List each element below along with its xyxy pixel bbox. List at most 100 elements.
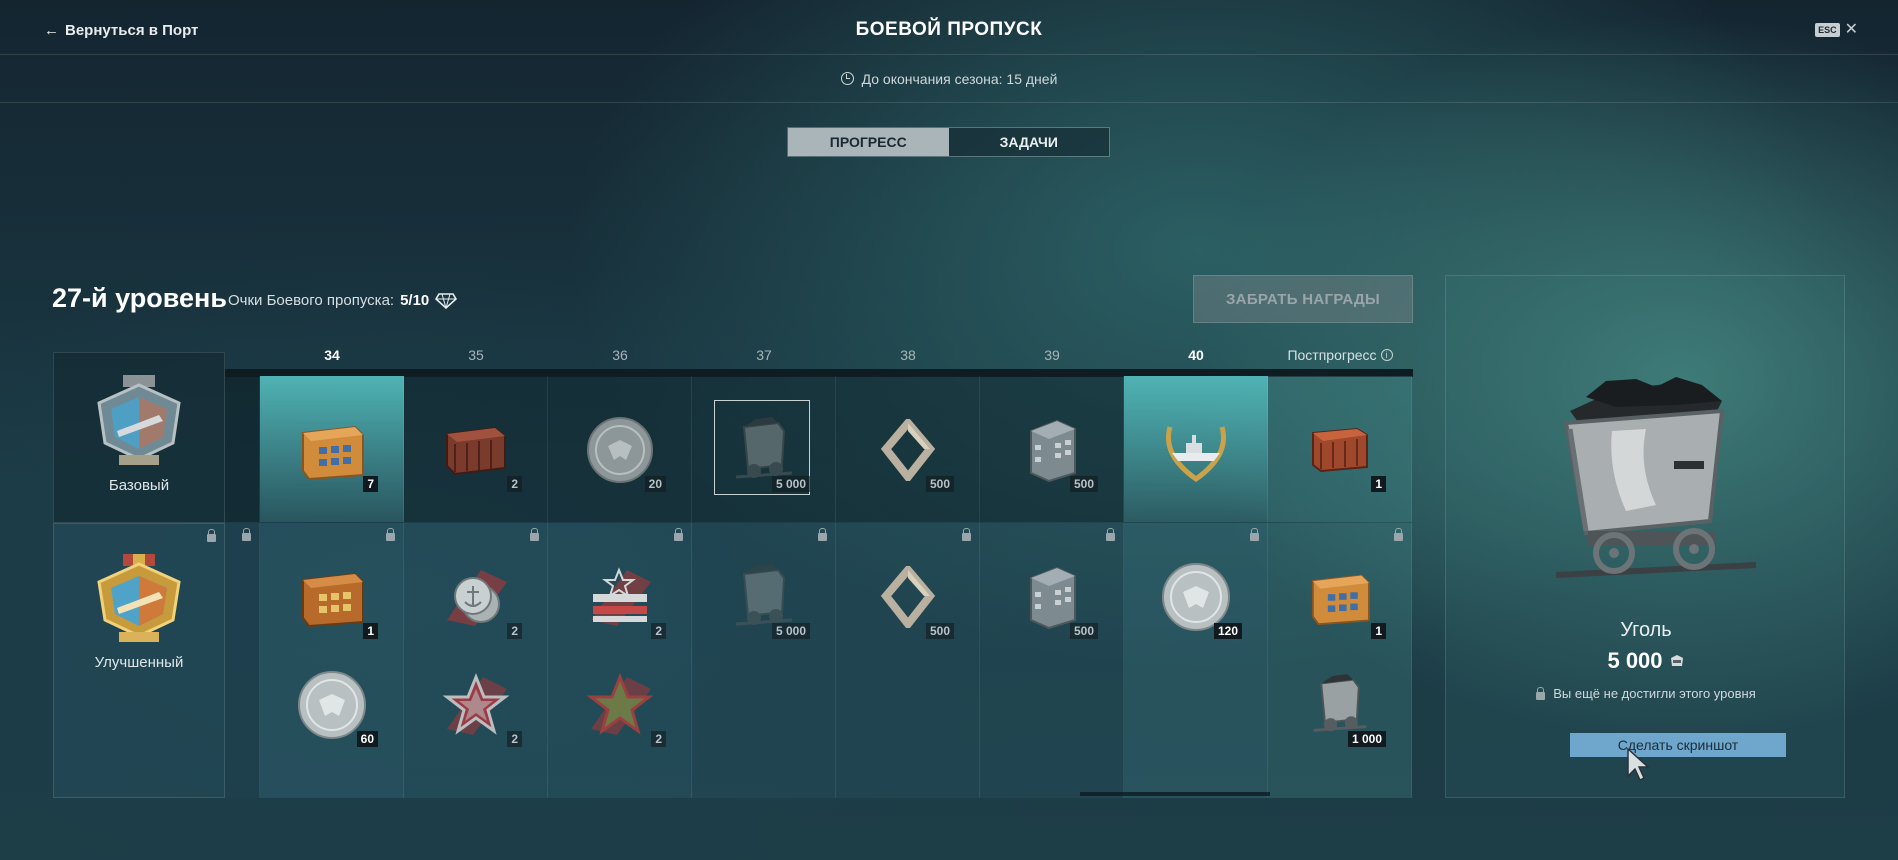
reward-prem-34-a[interactable]: 1 [282,547,382,647]
tab-progress[interactable]: ПРОГРЕСС [788,128,949,156]
tab-tasks[interactable]: ЗАДАЧИ [948,128,1109,156]
reward-count: 7 [363,476,378,492]
coin-icon [587,417,653,483]
building-icon [1030,419,1076,483]
coal-cart-icon [1313,674,1367,732]
coal-cart-icon [735,417,793,479]
points-label: Очки Боевого пропуска: [228,292,395,309]
reward-cell-base-35: 2 [404,376,548,522]
reward-count: 500 [925,623,954,639]
lock-icon [242,528,251,541]
reward-prem-38[interactable]: 500 [858,547,958,647]
tier-base-label: Базовый [108,477,170,494]
points-value: 5/10 [400,292,430,309]
reward-count: 5 000 [771,623,810,639]
reward-base-post[interactable]: 1 [1290,400,1390,500]
reward-prem-35-b[interactable]: 2 [426,655,526,755]
current-level: 27-й уровень [52,283,227,313]
lock-icon [530,528,539,541]
reward-prem-40[interactable]: 120 [1146,547,1246,647]
clock-icon [840,72,854,85]
steel-icon [880,566,936,628]
reward-count: 2 [507,623,522,639]
reward-base-40[interactable] [1146,400,1246,500]
lock-icon [207,529,216,542]
reward-amount-value: 5 000 [1607,648,1663,673]
reward-prem-post-a[interactable]: 1 [1290,547,1390,647]
reward-amount: 5 000 [1446,648,1846,674]
reward-count: 1 000 [1347,731,1386,747]
partial-cell [225,376,260,522]
reward-cell-prem-40: 120 [1124,523,1268,798]
season-timer-bar: До окончания сезона: 15 дней [0,55,1898,103]
base-tier-emblem-icon [97,375,181,465]
container-icon [302,425,364,481]
reward-count: 20 [644,476,666,492]
locked-text: Вы ещё не достигли этого уровня [1553,686,1756,701]
reward-base-37-selected[interactable]: 5 000 [714,400,814,500]
steel-icon [880,419,936,481]
reward-cell-base-40 [1124,376,1268,522]
green-star-icon [586,672,654,735]
reward-base-36[interactable]: 20 [570,400,670,500]
season-remaining: До окончания сезона: 15 дней [861,70,1058,87]
reward-cell-base-36: 20 [548,376,692,522]
coal-cart-icon [735,564,793,626]
reward-prem-post-b[interactable]: 1 000 [1290,655,1390,755]
star-flag-icon [591,567,651,626]
reward-count: 1 [363,623,378,639]
lock-icon [386,528,395,541]
reward-cell-base-post: 1 [1268,376,1412,522]
reward-prem-35-a[interactable]: 2 [426,547,526,647]
reward-count: 500 [925,476,954,492]
reward-cell-prem-39: 500 [980,523,1124,798]
tab-bar: ПРОГРЕСС ЗАДАЧИ [787,127,1110,157]
diamond-icon [435,292,458,309]
lock-icon [1250,528,1259,541]
reward-detail-panel: Уголь 5 000 Вы ещё не достигли этого уро… [1445,275,1845,798]
container-icon [302,572,364,628]
lock-icon [1106,528,1115,541]
red-star-icon [442,672,510,735]
reward-prem-36-a[interactable]: 2 [570,547,670,647]
reward-base-34[interactable]: 7 [282,400,382,500]
crate-icon [1312,427,1368,473]
lock-icon [962,528,971,541]
reward-count: 1 [1371,476,1386,492]
reward-prem-34-b[interactable]: 60 [282,655,382,755]
claim-rewards-button[interactable]: ЗАБРАТЬ НАГРАДЫ [1193,275,1413,323]
reward-cell-prem-37: 5 000 [692,523,836,798]
reward-cell-prem-post: 1 1 000 [1268,523,1412,798]
mouse-cursor-icon [1627,748,1649,782]
tier-premium: Улучшенный [53,523,225,798]
lock-icon [1394,528,1403,541]
reward-cell-base-39: 500 [980,376,1124,522]
close-button[interactable]: ESC ✕ [1815,22,1858,38]
reward-base-35[interactable]: 2 [426,400,526,500]
reward-prem-36-b[interactable]: 2 [570,655,670,755]
lock-icon [818,528,827,541]
reward-base-38[interactable]: 500 [858,400,958,500]
reward-count: 120 [1213,623,1242,639]
reward-count: 60 [356,731,378,747]
coal-icon [1670,655,1683,666]
lock-icon [1536,686,1546,700]
reward-prem-39[interactable]: 500 [1002,547,1102,647]
horizontal-scrollbar[interactable] [1080,792,1270,796]
reward-base-39[interactable]: 500 [1002,400,1102,500]
reward-prem-37[interactable]: 5 000 [714,547,814,647]
lock-icon [674,528,683,541]
reward-cell-prem-35: 2 2 [404,523,548,798]
ship-laurel-icon [1166,426,1226,483]
reward-cell-base-38: 500 [836,376,980,522]
reward-count: 2 [651,731,666,747]
reward-count: 2 [651,623,666,639]
coal-cart-large-icon [1555,377,1757,578]
screenshot-button[interactable]: Сделать скриншот [1570,733,1786,757]
container-icon [1311,574,1370,626]
building-icon [1030,566,1076,630]
reward-cell-prem-38: 500 [836,523,980,798]
close-icon: ✕ [1844,21,1858,38]
reward-count: 500 [1069,623,1098,639]
reward-count: 5 000 [771,476,810,492]
